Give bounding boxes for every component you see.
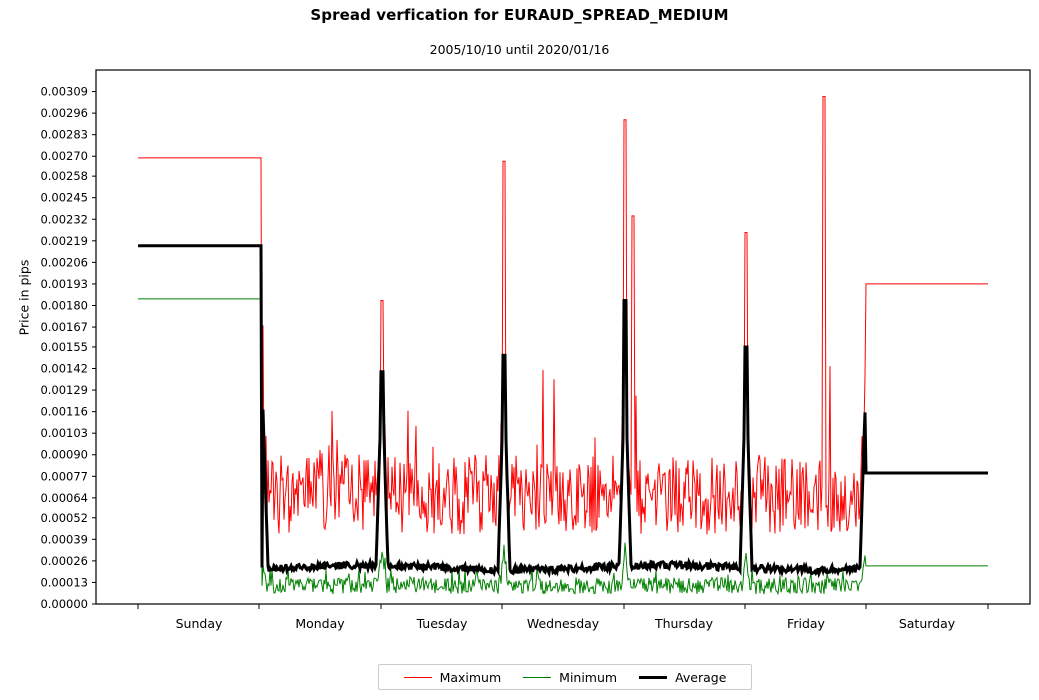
legend-label-maximum: Maximum xyxy=(439,669,502,685)
y-tick-label: 0.00232 xyxy=(40,212,88,226)
y-tick-label: 0.00013 xyxy=(40,575,88,589)
y-tick-label: 0.00064 xyxy=(40,491,88,505)
y-tick-label: 0.00077 xyxy=(40,469,88,483)
y-axis-ticks: 0.00000 0.00013 0.00026 0.00039 0.00052 0.000… xyxy=(40,85,96,611)
legend-swatch-maximum-icon xyxy=(403,676,432,678)
plot-frame xyxy=(95,69,1031,605)
y-tick-label: 0.00167 xyxy=(40,320,88,334)
y-tick-label: 0.00180 xyxy=(40,298,88,312)
y-tick-label: 0.00142 xyxy=(40,362,88,376)
legend-item-average: Average xyxy=(639,670,726,685)
y-tick-label: 0.00296 xyxy=(40,106,88,120)
y-tick-label: 0.00206 xyxy=(40,255,88,269)
x-tick-label: Sunday xyxy=(176,616,223,631)
legend-item-minimum: Minimum xyxy=(523,670,617,685)
legend-swatch-minimum-icon xyxy=(523,676,552,678)
legend-swatch-average-icon xyxy=(639,675,668,679)
y-tick-label: 0.00258 xyxy=(40,169,88,183)
legend-item-maximum: Maximum xyxy=(403,669,502,685)
x-tick-label: Tuesday xyxy=(416,616,468,631)
y-tick-label: 0.00245 xyxy=(40,191,88,205)
plot-area: 0.00000 0.00013 0.00026 0.00039 0.00052 0.000… xyxy=(40,69,1031,631)
y-tick-label: 0.00270 xyxy=(40,149,88,163)
y-tick-label: 0.00283 xyxy=(40,128,88,142)
x-tick-label: Friday xyxy=(787,616,825,631)
y-tick-label: 0.00116 xyxy=(40,405,88,419)
chart-legend: Maximum Minimum Average xyxy=(378,664,752,690)
y-tick-label: 0.00103 xyxy=(40,426,88,440)
x-axis-ticks: Sunday Monday Tuesday Wednesday Thursday Frid… xyxy=(137,604,989,631)
y-tick-label: 0.00129 xyxy=(40,383,88,397)
chart-figure: Spread verfication for EURAUD_SPREAD_MED… xyxy=(0,0,1039,700)
legend-label-minimum: Minimum xyxy=(559,669,618,685)
y-tick-label: 0.00219 xyxy=(40,234,88,248)
y-tick-label: 0.00193 xyxy=(40,277,88,291)
x-tick-label: Thursday xyxy=(654,616,714,631)
x-tick-label: Monday xyxy=(295,616,345,631)
y-tick-label: 0.00039 xyxy=(40,532,88,546)
x-tick-label: Saturday xyxy=(899,616,956,631)
y-tick-label: 0.00026 xyxy=(40,554,88,568)
y-tick-label: 0.00090 xyxy=(40,448,88,462)
legend-label-average: Average xyxy=(675,669,727,685)
y-tick-label: 0.00155 xyxy=(40,340,88,354)
y-tick-label: 0.00000 xyxy=(40,597,88,611)
y-tick-label: 0.00052 xyxy=(40,511,88,525)
y-tick-label: 0.00309 xyxy=(40,85,88,99)
x-tick-label: Wednesday xyxy=(527,616,600,631)
